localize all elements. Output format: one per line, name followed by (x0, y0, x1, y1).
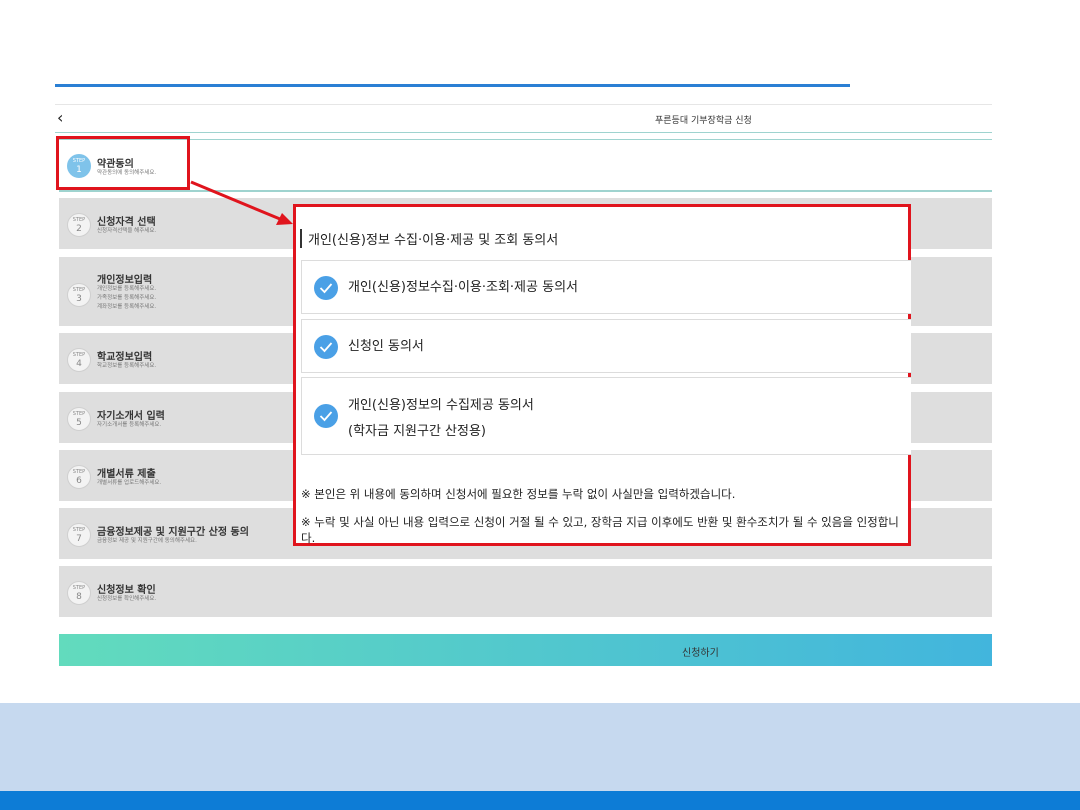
consent-item-label: (학자금 지원구간 산정용) (348, 424, 487, 439)
check-circle-icon (314, 404, 338, 428)
check-circle-icon (314, 276, 338, 300)
consent-notice: ※ 누락 및 사실 아닌 내용 입력으로 신청이 거절 될 수 있고, 장학금 … (301, 515, 899, 545)
footer-bar (0, 791, 1080, 810)
check-circle-icon (314, 335, 338, 359)
consent-item-label: 개인(신용)정보수집·이용·조회·제공 동의서 (348, 280, 578, 295)
consent-item-label: 개인(신용)정보의 수집제공 동의서 (348, 398, 534, 413)
footer-band (0, 703, 1080, 791)
consent-item-support-bracket[interactable]: 개인(신용)정보의 수집제공 동의서 (학자금 지원구간 산정용) (301, 377, 911, 455)
consent-notice: ※ 본인은 위 내용에 동의하며 신청서에 필요한 정보를 누락 없이 사실만을… (301, 487, 736, 501)
consent-item-credit-info[interactable]: 개인(신용)정보수집·이용·조회·제공 동의서 (301, 260, 911, 314)
consent-popup-title: 개인(신용)정보 수집·이용·제공 및 조회 동의서 (300, 229, 558, 248)
consent-popup: 개인(신용)정보 수집·이용·제공 및 조회 동의서 개인(신용)정보수집·이용… (293, 204, 911, 546)
consent-item-label: 신청인 동의서 (348, 339, 424, 354)
consent-item-applicant[interactable]: 신청인 동의서 (301, 319, 911, 373)
